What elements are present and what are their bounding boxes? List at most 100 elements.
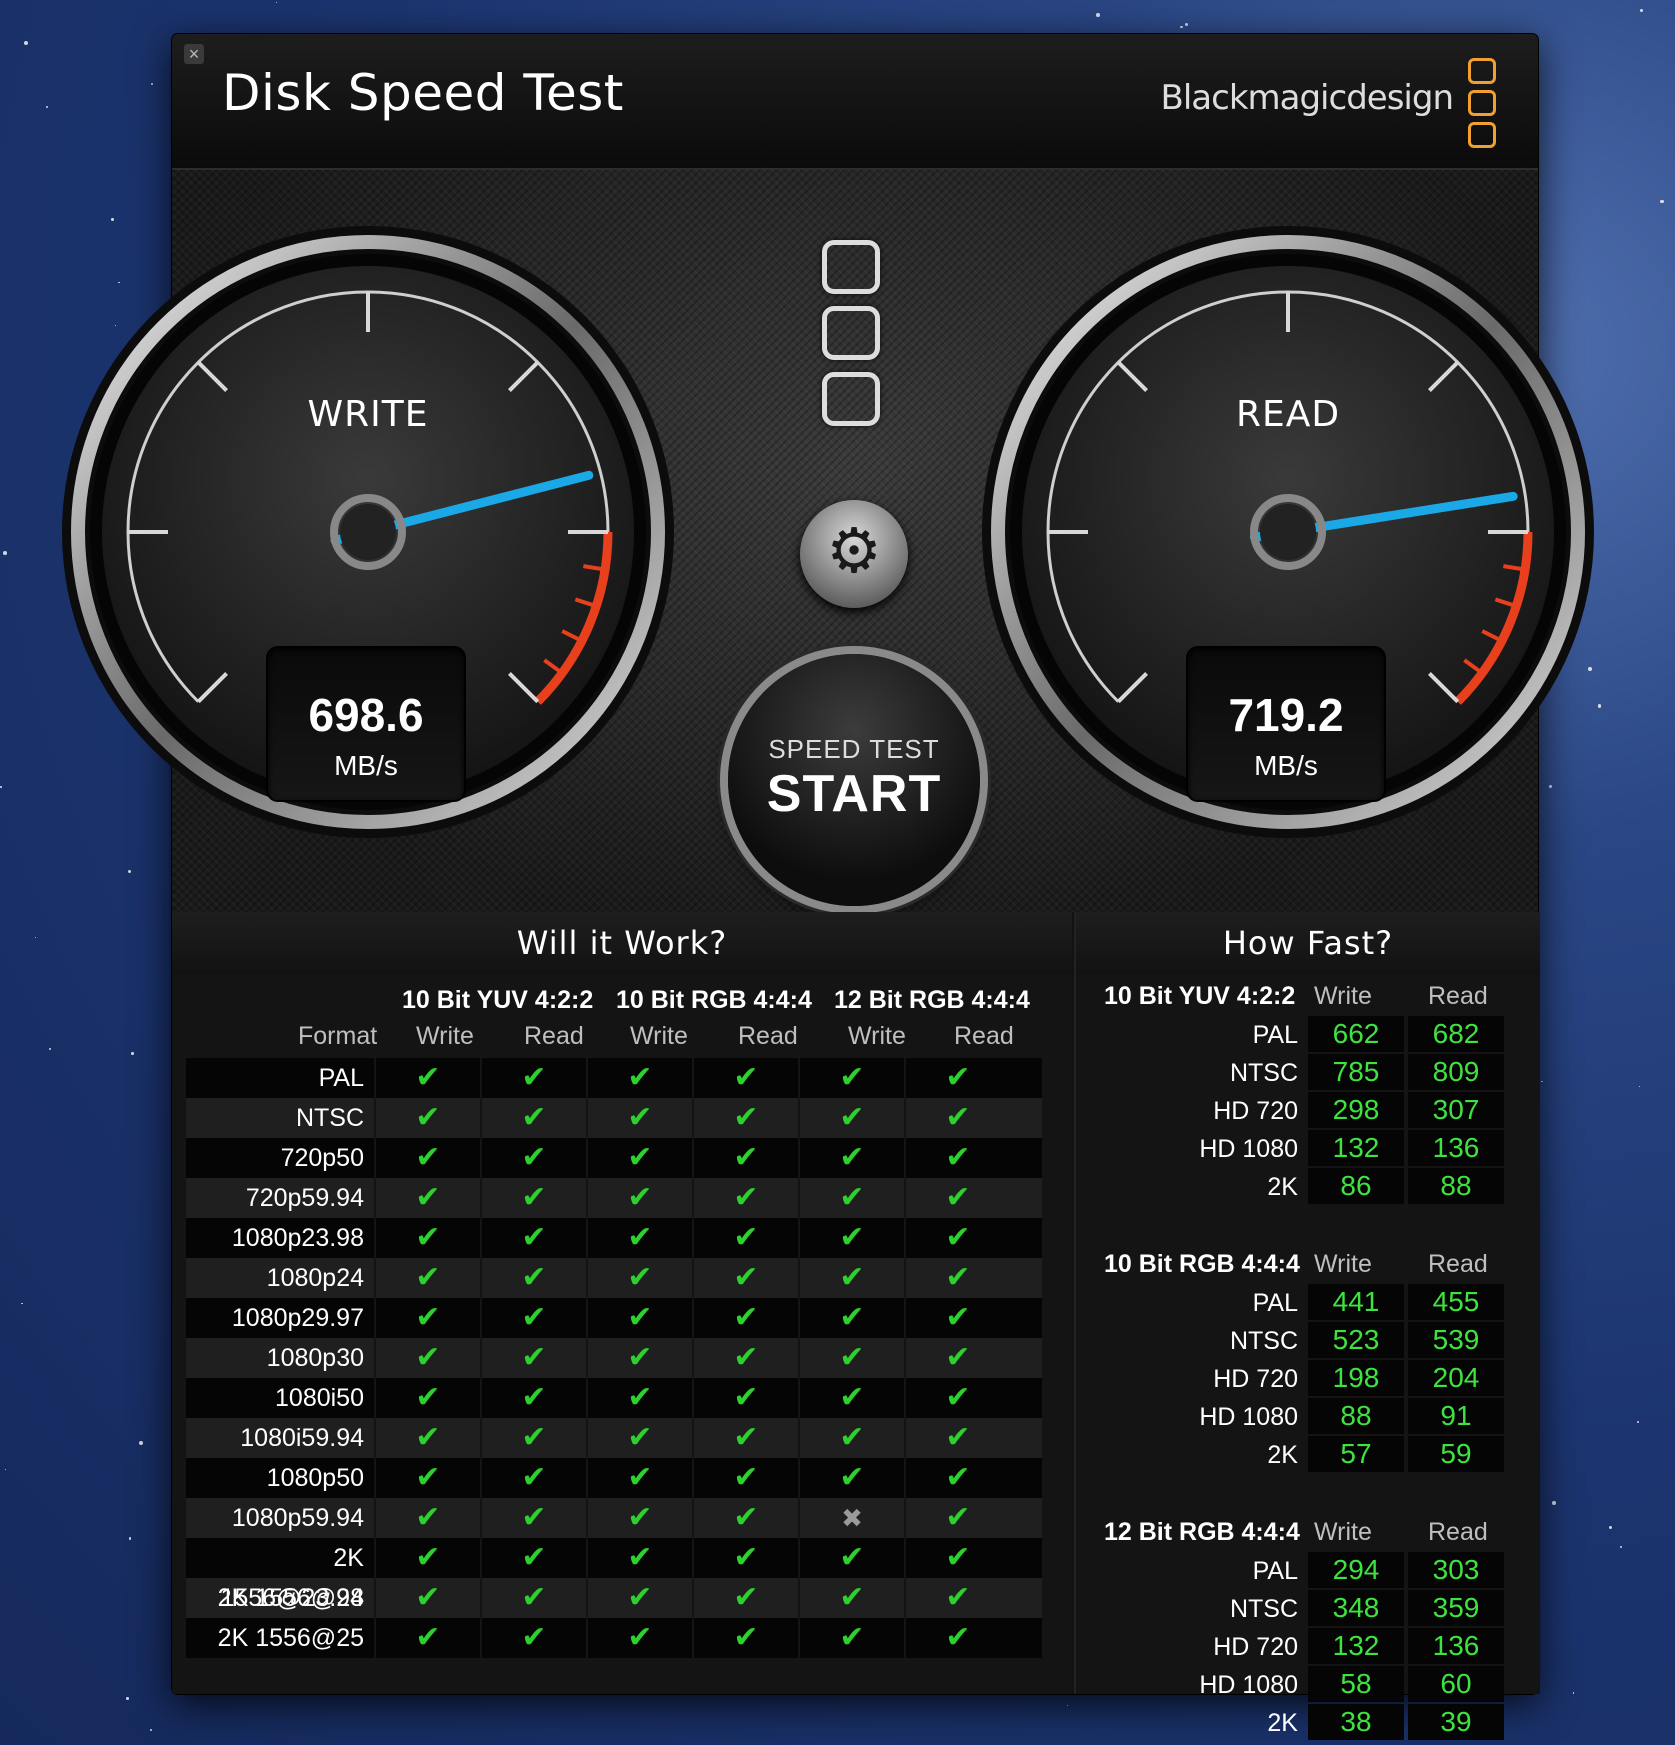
format-label: 2K 1556@24 bbox=[217, 1584, 364, 1612]
close-icon: × bbox=[188, 44, 200, 64]
how-fast-section: 12 Bit RGB 4:4:4 Write Read PAL 294 303 NTSC 34… bbox=[1076, 1514, 1540, 1742]
read-fps-value: 307 bbox=[1408, 1092, 1504, 1128]
check-icon: ✔ bbox=[692, 1538, 798, 1578]
resolution-label: 2K bbox=[1267, 1173, 1298, 1201]
check-icon: ✔ bbox=[904, 1578, 1010, 1618]
check-icon: ✔ bbox=[904, 1378, 1010, 1418]
settings-button[interactable]: ⚙ bbox=[800, 500, 908, 608]
table-row: 2K 86 88 bbox=[1076, 1168, 1540, 1206]
check-icon: ✔ bbox=[692, 1258, 798, 1298]
check-icon: ✔ bbox=[480, 1138, 586, 1178]
column-header: Read bbox=[524, 1022, 584, 1050]
format-header: Format bbox=[298, 1022, 378, 1050]
table-row: 1080p50 ✔ ✔ ✔ ✔ ✔ ✔ bbox=[186, 1458, 1042, 1498]
check-icon: ✔ bbox=[904, 1058, 1010, 1098]
check-icon: ✔ bbox=[374, 1418, 480, 1458]
section-title: 10 Bit RGB 4:4:4 bbox=[1104, 1250, 1300, 1278]
check-icon: ✔ bbox=[374, 1618, 480, 1658]
how-fast-section: 10 Bit RGB 4:4:4 Write Read PAL 441 455 NTSC 52… bbox=[1076, 1246, 1540, 1474]
check-icon: ✔ bbox=[692, 1498, 798, 1538]
start-button[interactable]: SPEED TEST START bbox=[728, 654, 980, 906]
check-icon: ✔ bbox=[904, 1618, 1010, 1658]
read-header: Read bbox=[1428, 1518, 1488, 1546]
read-fps-value: 91 bbox=[1408, 1398, 1504, 1434]
check-icon: ✔ bbox=[692, 1178, 798, 1218]
read-fps-value: 455 bbox=[1408, 1284, 1504, 1320]
check-icon: ✔ bbox=[798, 1178, 904, 1218]
check-icon: ✔ bbox=[374, 1178, 480, 1218]
how-fast-title: How Fast? bbox=[1076, 912, 1540, 974]
write-gauge-hub-center bbox=[340, 504, 396, 560]
brand-logo-text: Blackmagicdesign bbox=[1160, 78, 1454, 118]
check-icon: ✔ bbox=[480, 1378, 586, 1418]
table-row: PAL ✔ ✔ ✔ ✔ ✔ ✔ bbox=[186, 1058, 1042, 1098]
will-it-work-title: Will it Work? bbox=[172, 912, 1072, 974]
check-icon: ✔ bbox=[586, 1258, 692, 1298]
check-icon: ✔ bbox=[692, 1298, 798, 1338]
check-icon: ✔ bbox=[692, 1058, 798, 1098]
how-fast-panel: How Fast? 10 Bit YUV 4:2:2 Write Read PAL 66… bbox=[1074, 912, 1540, 1740]
resolution-label: 2K bbox=[1267, 1709, 1298, 1737]
check-icon: ✔ bbox=[374, 1538, 480, 1578]
write-fps-value: 662 bbox=[1308, 1016, 1404, 1052]
check-icon: ✔ bbox=[798, 1298, 904, 1338]
check-icon: ✔ bbox=[692, 1138, 798, 1178]
read-gauge-hub-center bbox=[1260, 504, 1316, 560]
format-label: 720p50 bbox=[280, 1144, 364, 1172]
read-fps-value: 136 bbox=[1408, 1130, 1504, 1166]
check-icon: ✔ bbox=[692, 1338, 798, 1378]
table-row: 2K 38 39 bbox=[1076, 1704, 1540, 1742]
check-icon: ✔ bbox=[798, 1258, 904, 1298]
check-icon: ✔ bbox=[904, 1218, 1010, 1258]
section-header: 10 Bit RGB 4:4:4 Write Read bbox=[1076, 1246, 1540, 1284]
write-fps-value: 86 bbox=[1308, 1168, 1404, 1204]
read-gauge: READ 719.2 MB/s bbox=[974, 218, 1602, 846]
table-row: 2K 1556@25 ✔ ✔ ✔ ✔ ✔ ✔ bbox=[186, 1618, 1042, 1658]
table-row: NTSC 348 359 bbox=[1076, 1590, 1540, 1628]
resolution-label: NTSC bbox=[1229, 1327, 1298, 1355]
format-label: 2K 1556@23.98 bbox=[220, 1544, 364, 1612]
read-fps-value: 60 bbox=[1408, 1666, 1504, 1702]
resolution-label: 2K bbox=[1267, 1441, 1298, 1469]
check-icon: ✔ bbox=[586, 1458, 692, 1498]
table-row: HD 720 298 307 bbox=[1076, 1092, 1540, 1130]
write-fps-value: 298 bbox=[1308, 1092, 1404, 1128]
section-title: 10 Bit YUV 4:2:2 bbox=[1104, 982, 1296, 1010]
resolution-label: HD 1080 bbox=[1199, 1403, 1298, 1431]
resolution-label: PAL bbox=[1252, 1557, 1298, 1585]
check-icon: ✔ bbox=[480, 1538, 586, 1578]
check-icon: ✔ bbox=[798, 1418, 904, 1458]
column-header: Read bbox=[954, 1022, 1014, 1050]
section-header: 10 Bit YUV 4:2:2 Write Read bbox=[1076, 978, 1540, 1016]
table-row: 720p59.94 ✔ ✔ ✔ ✔ ✔ ✔ bbox=[186, 1178, 1042, 1218]
group-header: 12 Bit RGB 4:4:4 bbox=[834, 986, 1030, 1014]
read-gauge-label: READ bbox=[1235, 394, 1341, 435]
app-title: Disk Speed Test bbox=[222, 64, 624, 122]
write-readout: 698.6 MB/s bbox=[268, 648, 464, 800]
read-fps-value: 539 bbox=[1408, 1322, 1504, 1358]
write-header: Write bbox=[1314, 1250, 1372, 1278]
check-icon: ✔ bbox=[586, 1098, 692, 1138]
close-button[interactable]: × bbox=[184, 44, 204, 64]
write-fps-value: 785 bbox=[1308, 1054, 1404, 1090]
check-icon: ✔ bbox=[586, 1618, 692, 1658]
check-icon: ✔ bbox=[480, 1618, 586, 1658]
check-icon: ✔ bbox=[798, 1538, 904, 1578]
check-icon: ✔ bbox=[692, 1098, 798, 1138]
write-fps-value: 348 bbox=[1308, 1590, 1404, 1626]
check-icon: ✔ bbox=[586, 1138, 692, 1178]
write-gauge-label: WRITE bbox=[307, 394, 429, 435]
table-row: NTSC 523 539 bbox=[1076, 1322, 1540, 1360]
check-icon: ✔ bbox=[480, 1258, 586, 1298]
column-header: Read bbox=[738, 1022, 798, 1050]
write-fps-value: 132 bbox=[1308, 1628, 1404, 1664]
gear-icon: ⚙ bbox=[826, 517, 882, 586]
table-row: 1080p24 ✔ ✔ ✔ ✔ ✔ ✔ bbox=[186, 1258, 1042, 1298]
table-row: HD 1080 132 136 bbox=[1076, 1130, 1540, 1168]
start-button-sublabel: SPEED TEST bbox=[768, 734, 940, 764]
check-icon: ✔ bbox=[904, 1178, 1010, 1218]
write-header: Write bbox=[1314, 982, 1372, 1010]
group-header: 10 Bit RGB 4:4:4 bbox=[616, 986, 812, 1014]
write-fps-value: 441 bbox=[1308, 1284, 1404, 1320]
section-title: 12 Bit RGB 4:4:4 bbox=[1104, 1518, 1300, 1546]
